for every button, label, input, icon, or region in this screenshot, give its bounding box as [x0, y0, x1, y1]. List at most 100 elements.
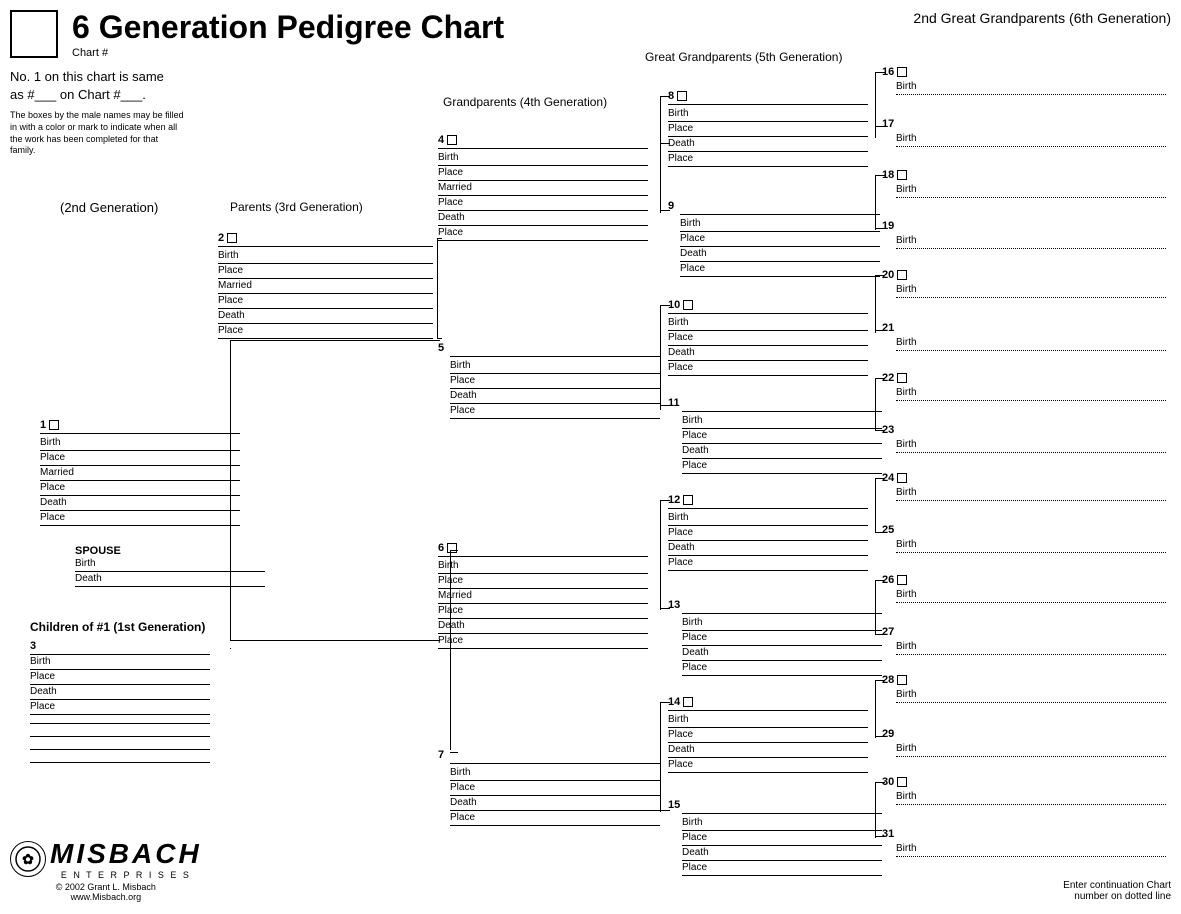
conn-17h — [875, 126, 885, 127]
person-22: 22 Birth — [882, 368, 1166, 401]
person-8: 8 Birth Place Death Place — [668, 86, 868, 167]
conn-3-area — [230, 648, 231, 649]
conn-4-8 — [660, 143, 670, 144]
person-10: 10 Birth Place Death Place — [668, 295, 868, 376]
person-24: 24 Birth — [882, 468, 1166, 501]
connector-1-2 — [230, 340, 231, 420]
person-1: 1 Birth Place Married Place Death Place — [40, 415, 240, 526]
person-12: 12 Birth Place Death Place — [668, 490, 868, 571]
conn-21h — [875, 330, 885, 331]
person-11: 11 Birth Place Death Place — [668, 393, 882, 474]
conn-6-7v — [450, 550, 451, 750]
chart-number: Chart # — [72, 47, 504, 59]
conn-29h — [875, 736, 885, 737]
connector-2-4h — [437, 238, 442, 239]
conn-22h — [875, 378, 885, 379]
conn-9-18v — [875, 175, 876, 230]
person-27: 27 Birth — [882, 622, 1166, 655]
spouse-label: SPOUSE — [75, 545, 265, 557]
person-29: 29 Birth — [882, 724, 1166, 757]
conn-19h — [875, 228, 885, 229]
conn-7-15v — [660, 702, 661, 812]
person-18: 18 Birth — [882, 165, 1166, 198]
conn-28h — [875, 680, 885, 681]
pedigree-chart: 6 Generation Pedigree Chart Chart # 2nd … — [0, 0, 1181, 914]
conn-26h — [875, 580, 885, 581]
gen4-label: Grandparents (4th Generation) — [443, 95, 607, 109]
conn-7h — [450, 752, 458, 753]
person-9: 9 Birth Place Death Place — [668, 196, 880, 277]
conn-24h — [875, 478, 885, 479]
p1-birth: Birth — [40, 436, 240, 450]
person-16: 16 Birth — [882, 62, 1166, 95]
person-21: 21 Birth — [882, 318, 1166, 351]
conn-15-30v — [875, 782, 876, 838]
spouse-section: SPOUSE Birth Death — [75, 545, 265, 587]
p1-married: Married — [40, 466, 240, 480]
conn-8h — [660, 96, 670, 97]
connector-1-2-h — [230, 340, 440, 341]
logo-copyright: © 2002 Grant L. Misbach www.Misbach.org — [10, 882, 202, 902]
svg-text:✿: ✿ — [22, 851, 34, 867]
gen5-label: Great Grandparents (5th Generation) — [645, 50, 842, 64]
conn-4-9v — [660, 143, 661, 213]
logo-section: ✿ MISBACH E N T E R P R I S E S © 2002 G… — [10, 838, 202, 902]
person-1-num: 1 — [40, 419, 61, 431]
no1-text: No. 1 on this chart is same as #___ on C… — [10, 68, 185, 104]
conn-13h — [660, 608, 670, 609]
small-note: The boxes by the male names may be fille… — [10, 110, 185, 157]
conn-27h — [875, 634, 885, 635]
conn-10-20v — [875, 275, 876, 333]
conn-31h — [875, 836, 885, 837]
conn-12h — [660, 500, 670, 501]
person-14: 14 Birth Place Death Place — [668, 692, 868, 773]
connector-2-4v — [437, 238, 438, 338]
chart-title: 6 Generation Pedigree Chart — [72, 10, 504, 45]
person-7: 7 Birth Place Death Place — [438, 745, 660, 826]
conn-13-26v — [875, 580, 876, 635]
conn-23h — [875, 430, 885, 431]
person-5: 5 Birth Place Death Place — [438, 338, 660, 419]
person-25: 25 Birth — [882, 520, 1166, 553]
conn-9h — [660, 210, 670, 211]
logo-enterprises: E N T E R P R I S E S — [50, 870, 202, 880]
conn-25h — [875, 532, 885, 533]
conn-15h — [660, 810, 670, 811]
gen6-label: 2nd Great Grandparents (6th Generation) — [913, 10, 1171, 26]
connector-2-5 — [437, 338, 442, 339]
person-17: 17 Birth — [882, 114, 1166, 147]
gen3-label: Parents (3rd Generation) — [230, 200, 363, 214]
conn-11-22v — [875, 378, 876, 430]
children-section: Children of #1 (1st Generation) 3 Birth … — [30, 620, 210, 763]
person-31: 31 Birth — [882, 824, 1166, 857]
person-30: 30 Birth — [882, 772, 1166, 805]
chart-box — [10, 10, 58, 58]
p1-death: Death — [40, 496, 240, 510]
conn-5-11v — [660, 305, 661, 405]
conn-4-8v — [660, 96, 661, 146]
logo-name: MISBACH — [50, 838, 202, 870]
logo-circle: ✿ — [10, 841, 46, 877]
person-15: 15 Birth Place Death Place — [668, 795, 882, 876]
person-28: 28 Birth — [882, 670, 1166, 703]
conn-18h — [875, 175, 885, 176]
footer-continuation: Enter continuation Chart number on dotte… — [1063, 880, 1171, 902]
person-2: 2 Birth Place Married Place Death Place — [218, 228, 433, 339]
conn-12-24v — [875, 478, 876, 533]
person-19: 19 Birth — [882, 216, 1166, 249]
person-4: 4 Birth Place Married Place Death Place — [438, 130, 648, 241]
p1-mplace: Place — [40, 481, 240, 495]
conn-20h — [875, 275, 885, 276]
connector-1-3-h — [230, 640, 440, 641]
person-3-num: 3 — [30, 640, 210, 652]
p1-place: Place — [40, 451, 240, 465]
connector-1-3 — [230, 420, 231, 640]
person-6: 6 Birth Place Married Place Death Place — [438, 538, 648, 649]
conn-6h — [450, 550, 458, 551]
person-20: 20 Birth — [882, 265, 1166, 298]
person-23: 23 Birth — [882, 420, 1166, 453]
conn-8-16v — [875, 72, 876, 127]
conn-14h — [660, 702, 670, 703]
conn-6-13v — [660, 500, 661, 610]
gen2-label: (2nd Generation) — [60, 200, 158, 215]
